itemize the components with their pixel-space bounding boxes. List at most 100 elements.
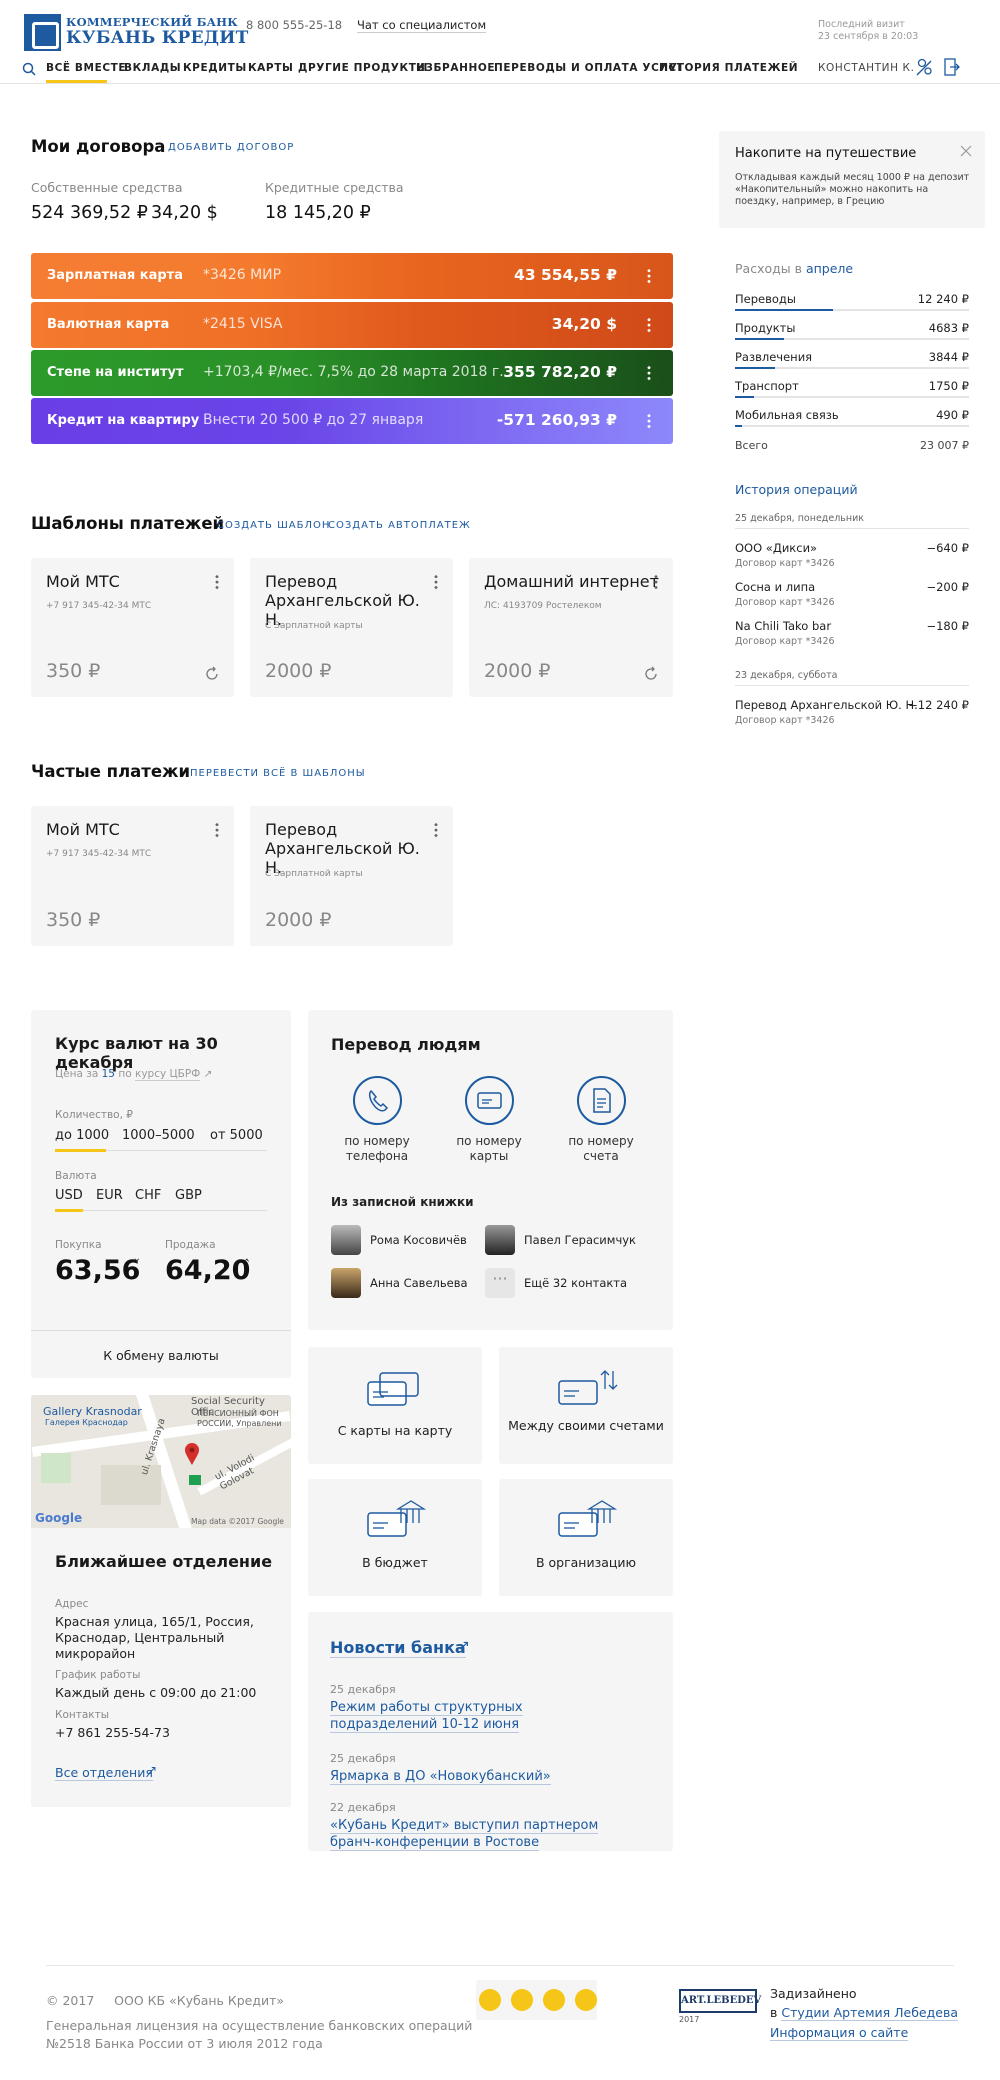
map-pin-icon[interactable] [184,1442,200,1466]
card-transfer-icon[interactable] [465,1076,514,1125]
card-to-card-option[interactable]: С карты на карту [308,1347,482,1464]
facebook-icon[interactable] [575,1989,597,2011]
contract-row[interactable]: Зарплатная карта *3426 МИР 43 554,55 ₽ [31,253,673,299]
expense-row[interactable]: Переводы 12 240 ₽ [735,292,969,314]
expense-row[interactable]: Развлечения 3844 ₽ [735,350,969,372]
vk-icon[interactable] [511,1989,533,2011]
more-menu-icon[interactable] [434,822,438,838]
nav-other-products[interactable]: ДРУГИЕ ПРОДУКТЫ [298,62,428,74]
nav-deposits[interactable]: ВКЛАДЫ [124,62,181,74]
cbrf-rate-link[interactable]: курсу ЦБРФ [134,1068,201,1081]
template-tile[interactable]: Мой МТС +7 917 345-42-34 МТС 350 ₽ [31,558,234,697]
designed-label: Задизайнено [770,1986,857,2001]
history-op[interactable]: Сосна и липа −200 ₽ Договор карт *3426 [735,580,969,608]
contact-avatar[interactable] [485,1225,515,1255]
promo-title: Накопите на путешествие [735,146,917,161]
create-template-link[interactable]: СОЗДАТЬ ШАБЛОН [217,520,330,531]
more-menu-icon[interactable] [647,413,651,429]
contact-avatar[interactable] [331,1268,361,1298]
last-visit-label: Последний визит [818,19,905,30]
currency-option[interactable]: USD [55,1188,83,1203]
transfer-by-card[interactable]: по номеру карты [444,1134,534,1164]
expenses-month-link[interactable]: апреле [806,261,853,276]
more-menu-icon[interactable] [647,268,651,284]
contact-name[interactable]: Анна Савельева [370,1276,468,1290]
more-contacts-icon[interactable]: ··· [485,1268,515,1298]
sell-rate: 64,20 [165,1255,251,1286]
logout-icon[interactable] [944,58,960,76]
currency-option[interactable]: GBP [175,1188,202,1203]
phone-transfer-icon[interactable] [353,1076,402,1125]
currency-option[interactable]: CHF [135,1188,161,1203]
logo-line2[interactable]: КУБАНЬ КРЕДИТ [66,28,249,48]
hours-label: График работы [55,1669,141,1681]
history-op[interactable]: Na Chili Tako bar −180 ₽ Договор карт *342… [735,619,969,647]
template-tile[interactable]: Перевод Архангельской Ю. Н. С Зарплатной… [250,558,453,697]
about-site-link[interactable]: Информация о сайте [770,2025,909,2041]
nav-credits[interactable]: КРЕДИТЫ [183,62,247,74]
odnoklassniki-icon[interactable] [479,1989,501,2011]
contact-avatar[interactable] [331,1225,361,1255]
news-link[interactable]: Режим работы структурных подразделений 1… [330,1699,630,1733]
news-link[interactable]: «Кубань Кредит» выступил партнером бранч… [330,1817,630,1851]
more-menu-icon[interactable] [215,822,219,838]
frequent-tile[interactable]: Мой МТС +7 917 345-42-34 МТС 350 ₽ [31,806,234,946]
between-accounts-option[interactable]: Между своими счетами [499,1347,673,1464]
instagram-icon[interactable] [543,1989,565,2011]
close-icon[interactable] [960,145,972,157]
qty-option[interactable]: от 5000 [210,1128,263,1143]
more-menu-icon[interactable] [654,574,658,590]
branch-map[interactable]: Gallery Krasnodar Галерея Краснодар Soci… [31,1395,291,1528]
contact-name[interactable]: Рома Косовичёв [370,1233,467,1247]
nav-all-together[interactable]: ВСЁ ВМЕСТЕ [46,62,126,74]
studio-link[interactable]: Студии Артемия Лебедева [781,2005,958,2021]
contract-row[interactable]: Степе на институт +1703,4 ₽/мес. 7,5% до… [31,350,673,396]
chat-link[interactable]: Чат со специалистом [357,18,487,33]
contract-row[interactable]: Кредит на квартиру Внести 20 500 ₽ до 27… [31,398,673,444]
expense-row[interactable]: Транспорт 1750 ₽ [735,379,969,401]
more-contacts-link[interactable]: Ещё 32 контакта [524,1276,627,1290]
template-tile[interactable]: Домашний интернет ЛС: 4193709 Ростелеком… [469,558,673,697]
option-label: Между своими счетами [508,1418,664,1433]
create-autopay-link[interactable]: СОЗДАТЬ АВТОПЛАТЕЖ [328,520,471,531]
expense-row[interactable]: Продукты 4683 ₽ [735,321,969,343]
artlebedev-logo[interactable]: ART.LEBEDEV [679,1989,761,2013]
promo-card[interactable]: Накопите на путешествие Откладывая кажды… [719,131,985,228]
more-menu-icon[interactable] [647,365,651,381]
expense-row[interactable]: Мобильная связь 490 ₽ [735,408,969,430]
frequent-tile[interactable]: Перевод Архангельской Ю. Н. С Зарплатной… [250,806,453,946]
transfer-by-account[interactable]: по номеру счета [556,1134,646,1164]
news-title-link[interactable]: Новости банка [330,1638,466,1658]
logo-line1[interactable]: КОММЕРЧЕСКИЙ БАНК [66,15,238,29]
add-contract-link[interactable]: ДОБАВИТЬ ДОГОВОР [168,142,294,153]
history-title-link[interactable]: История операций [735,482,858,497]
bank-logo-icon[interactable] [24,14,61,51]
account-transfer-icon[interactable] [577,1076,626,1125]
history-op[interactable]: Перевод Архангельской Ю. Н. −12 240 ₽ Дого… [735,698,969,726]
history-op[interactable]: ООО «Дикси» −640 ₽ Договор карт *3426 [735,541,969,569]
transfer-by-phone[interactable]: по номеру телефона [332,1134,422,1164]
qty-option[interactable]: 1000–5000 [122,1128,195,1143]
map-label: РОССИИ, Управлени [197,1419,282,1428]
to-budget-option[interactable]: В бюджет [308,1479,482,1596]
search-icon[interactable] [22,62,36,76]
nav-transfers[interactable]: ПЕРЕВОДЫ И ОПЛАТА УСЛУГ [494,62,685,74]
all-branches-link[interactable]: Все отделения [55,1765,153,1781]
exchange-button[interactable]: К обмену валюты [31,1348,291,1363]
more-menu-icon[interactable] [434,574,438,590]
contract-row[interactable]: Валютная карта *2415 VISA 34,20 $ [31,302,673,348]
more-menu-icon[interactable] [647,317,651,333]
to-organization-option[interactable]: В организацию [499,1479,673,1596]
more-menu-icon[interactable] [215,574,219,590]
contact-name[interactable]: Павел Герасимчук [524,1233,636,1247]
move-to-templates-link[interactable]: ПЕРЕВЕСТИ ВСЁ В ШАБЛОНЫ [190,768,366,779]
nav-history[interactable]: ИСТОРИЯ ПЛАТЕЖЕЙ [659,62,798,74]
qty-option[interactable]: до 1000 [55,1128,109,1143]
currency-option[interactable]: EUR [96,1188,123,1203]
news-link[interactable]: Ярмарка в ДО «Новокубанский» [330,1768,630,1785]
user-name[interactable]: КОНСТАНТИН К. [818,62,915,74]
settings-icon[interactable] [916,58,932,76]
nav-favorites[interactable]: ИЗБРАННОЕ [416,62,495,74]
expense-bar [735,396,969,398]
nav-cards[interactable]: КАРТЫ [248,62,293,74]
